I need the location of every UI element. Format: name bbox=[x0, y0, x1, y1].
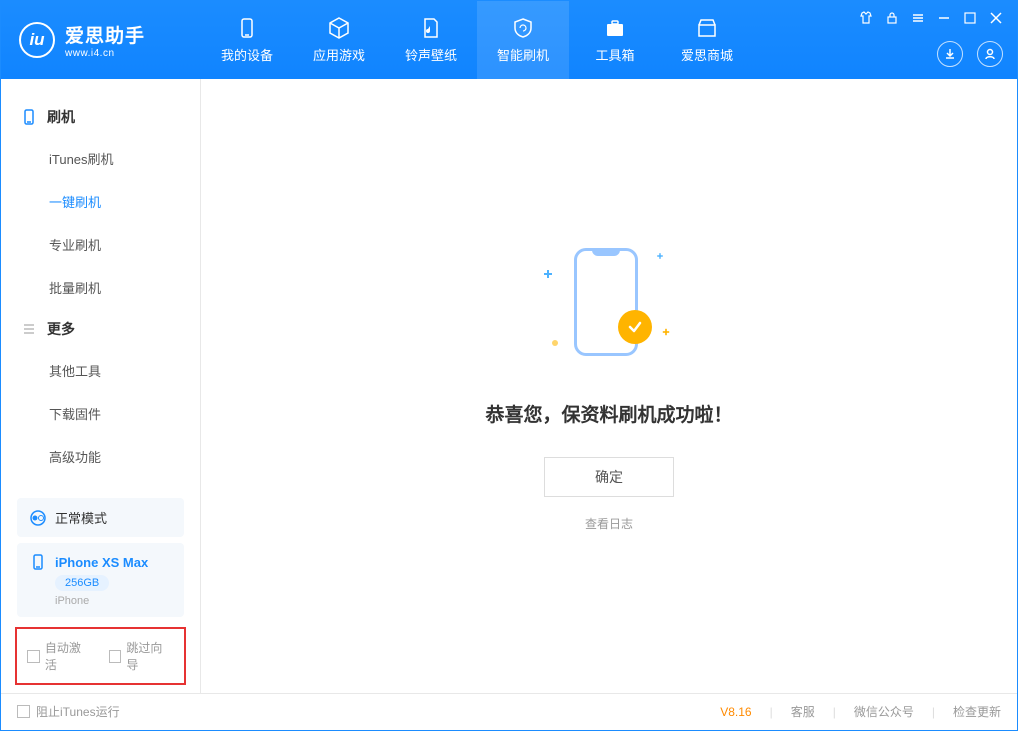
download-icon[interactable] bbox=[937, 41, 963, 67]
maximize-icon[interactable] bbox=[963, 11, 977, 25]
tab-ringtones-wallpapers[interactable]: 铃声壁纸 bbox=[385, 1, 477, 79]
cube-icon bbox=[327, 16, 351, 40]
checkbox-label: 阻止iTunes运行 bbox=[36, 703, 120, 720]
sidebar-item-oneclick-flash[interactable]: 一键刷机 bbox=[49, 180, 200, 223]
device-type: iPhone bbox=[55, 595, 89, 607]
checkbox-row: 自动激活 跳过向导 bbox=[15, 627, 186, 685]
sidebar-list-more: 其他工具 下载固件 高级功能 bbox=[1, 349, 200, 478]
device-name: iPhone XS Max bbox=[55, 555, 148, 570]
device-panel[interactable]: iPhone XS Max 256GB iPhone bbox=[17, 543, 184, 617]
heading-label: 刷机 bbox=[47, 107, 75, 127]
phone-icon bbox=[21, 109, 37, 125]
sidebar-heading-flash: 刷机 bbox=[1, 97, 200, 137]
separator: | bbox=[833, 705, 836, 719]
sidebar-heading-more: 更多 bbox=[1, 309, 200, 349]
logo-area: iu 爱思助手 www.i4.cn bbox=[1, 21, 201, 59]
phone-notch-icon bbox=[592, 248, 620, 256]
checkbox-box bbox=[109, 650, 122, 663]
sidebar-item-download-firmware[interactable]: 下载固件 bbox=[49, 392, 200, 435]
tab-label: 爱思商城 bbox=[681, 45, 733, 64]
music-file-icon bbox=[419, 16, 443, 40]
checkbox-label: 跳过向导 bbox=[126, 639, 174, 673]
sidebar-item-other-tools[interactable]: 其他工具 bbox=[49, 349, 200, 392]
tab-apps-games[interactable]: 应用游戏 bbox=[293, 1, 385, 79]
sparkle-icon bbox=[663, 329, 669, 335]
logo-text: 爱思助手 www.i4.cn bbox=[65, 21, 145, 59]
checkbox-block-itunes[interactable]: 阻止iTunes运行 bbox=[17, 703, 120, 720]
sparkle-icon bbox=[544, 270, 552, 278]
footer-link-wechat[interactable]: 微信公众号 bbox=[854, 703, 914, 720]
sparkle-icon bbox=[657, 253, 663, 259]
tab-label: 智能刷机 bbox=[497, 45, 549, 64]
store-icon bbox=[695, 16, 719, 40]
dot-icon bbox=[552, 340, 558, 346]
checkbox-box bbox=[27, 650, 40, 663]
storage-badge: 256GB bbox=[55, 575, 109, 591]
header-action-icons bbox=[937, 41, 1003, 67]
view-log-link[interactable]: 查看日志 bbox=[585, 515, 633, 532]
tab-store[interactable]: 爱思商城 bbox=[661, 1, 753, 79]
success-message: 恭喜您，保资料刷机成功啦！ bbox=[485, 400, 732, 427]
sidebar: 刷机 iTunes刷机 一键刷机 专业刷机 批量刷机 更多 其他工具 下载固件 … bbox=[1, 79, 201, 693]
checkbox-skip-guide[interactable]: 跳过向导 bbox=[109, 639, 175, 673]
tab-toolbox[interactable]: 工具箱 bbox=[569, 1, 661, 79]
device-icon bbox=[29, 553, 47, 571]
tab-smart-flash[interactable]: 智能刷机 bbox=[477, 1, 569, 79]
tab-label: 我的设备 bbox=[221, 45, 273, 64]
tab-label: 应用游戏 bbox=[313, 45, 365, 64]
success-illustration bbox=[534, 240, 684, 380]
footer-link-support[interactable]: 客服 bbox=[791, 703, 815, 720]
checkbox-auto-activate[interactable]: 自动激活 bbox=[27, 639, 93, 673]
body: 刷机 iTunes刷机 一键刷机 专业刷机 批量刷机 更多 其他工具 下载固件 … bbox=[1, 79, 1017, 693]
ok-button[interactable]: 确定 bbox=[544, 457, 674, 497]
sidebar-item-itunes-flash[interactable]: iTunes刷机 bbox=[49, 137, 200, 180]
list-icon bbox=[21, 321, 37, 337]
footer-link-update[interactable]: 检查更新 bbox=[953, 703, 1001, 720]
device-icon bbox=[235, 16, 259, 40]
mode-panel[interactable]: 正常模式 bbox=[17, 498, 184, 537]
tab-label: 铃声壁纸 bbox=[405, 45, 457, 64]
heading-label: 更多 bbox=[47, 319, 75, 339]
footer: 阻止iTunes运行 V8.16 | 客服 | 微信公众号 | 检查更新 bbox=[1, 693, 1017, 729]
mode-label: 正常模式 bbox=[55, 508, 107, 527]
tab-my-device[interactable]: 我的设备 bbox=[201, 1, 293, 79]
window-controls bbox=[859, 11, 1003, 25]
checkbox-label: 自动激活 bbox=[45, 639, 93, 673]
close-icon[interactable] bbox=[989, 11, 1003, 25]
separator: | bbox=[770, 705, 773, 719]
minimize-icon[interactable] bbox=[937, 11, 951, 25]
brand-name: 爱思助手 bbox=[65, 21, 145, 48]
sidebar-item-pro-flash[interactable]: 专业刷机 bbox=[49, 223, 200, 266]
sidebar-bottom: 正常模式 iPhone XS Max 256GB iPhone 自动激活 跳过向… bbox=[1, 492, 200, 693]
footer-right: V8.16 | 客服 | 微信公众号 | 检查更新 bbox=[720, 703, 1001, 720]
sidebar-list-flash: iTunes刷机 一键刷机 专业刷机 批量刷机 bbox=[1, 137, 200, 309]
shirt-icon[interactable] bbox=[859, 11, 873, 25]
refresh-shield-icon bbox=[511, 16, 535, 40]
tabs: 我的设备 应用游戏 铃声壁纸 智能刷机 工具箱 爱思商城 bbox=[201, 1, 753, 79]
header: iu 爱思助手 www.i4.cn 我的设备 应用游戏 铃声壁纸 智能刷机 工具… bbox=[1, 1, 1017, 79]
version-label: V8.16 bbox=[720, 705, 751, 719]
logo-icon: iu bbox=[19, 22, 55, 58]
main-content: 恭喜您，保资料刷机成功啦！ 确定 查看日志 bbox=[201, 79, 1017, 693]
check-badge-icon bbox=[618, 310, 652, 344]
sidebar-item-advanced[interactable]: 高级功能 bbox=[49, 435, 200, 478]
lock-icon[interactable] bbox=[885, 11, 899, 25]
mode-icon bbox=[29, 509, 47, 527]
toolbox-icon bbox=[603, 16, 627, 40]
tab-label: 工具箱 bbox=[595, 45, 634, 64]
brand-url: www.i4.cn bbox=[65, 48, 145, 59]
separator: | bbox=[932, 705, 935, 719]
sidebar-item-batch-flash[interactable]: 批量刷机 bbox=[49, 266, 200, 309]
menu-icon[interactable] bbox=[911, 11, 925, 25]
user-icon[interactable] bbox=[977, 41, 1003, 67]
checkbox-box bbox=[17, 705, 30, 718]
